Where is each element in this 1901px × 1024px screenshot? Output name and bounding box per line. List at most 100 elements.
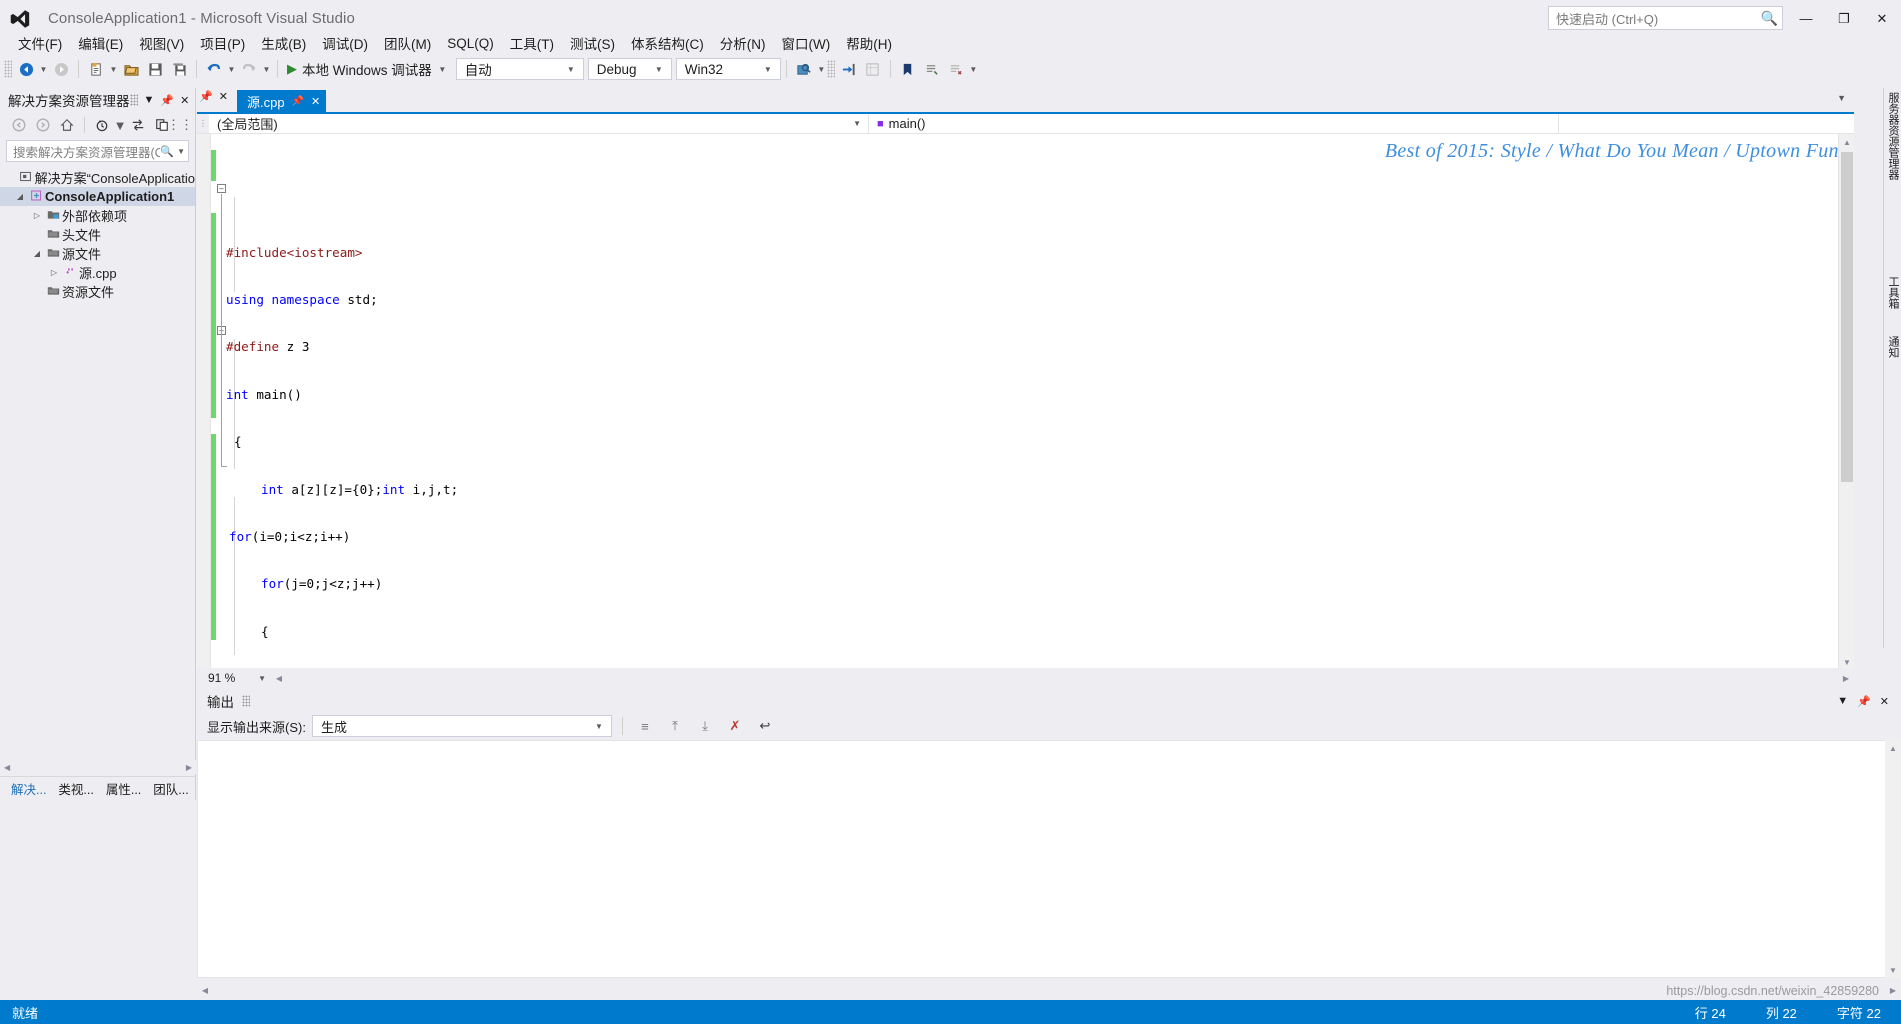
redo-dropdown-icon[interactable]: ▼ xyxy=(261,57,272,81)
chevron-down-icon[interactable]: ▼ xyxy=(758,65,778,74)
solution-explorer-hscrollbar[interactable]: ◀ ▶ xyxy=(0,760,196,774)
tree-item-source-files[interactable]: ◢ 源文件 xyxy=(0,244,195,263)
scroll-up-icon[interactable]: ▲ xyxy=(1839,134,1855,150)
search-icon[interactable]: 🔍 xyxy=(1761,10,1778,27)
navigate-backward-icon[interactable] xyxy=(14,57,38,81)
navigate-backward-dropdown-icon[interactable]: ▼ xyxy=(38,57,49,81)
solution-configuration-combo[interactable]: Debug ▼ xyxy=(587,58,672,80)
close-icon[interactable]: ✕ xyxy=(1880,695,1889,708)
platform-auto-combo[interactable]: 自动 ▼ xyxy=(455,58,584,80)
editor-horizontal-scrollbar[interactable]: ◀ ▶ xyxy=(271,670,1854,686)
tree-item-resource-files[interactable]: 资源文件 xyxy=(0,282,195,301)
menu-project[interactable]: 项目(P) xyxy=(192,31,253,55)
sync-with-active-document-icon[interactable] xyxy=(127,114,149,136)
tree-item-header-files[interactable]: 头文件 xyxy=(0,225,195,244)
tree-item-external-dependencies[interactable]: ▷ 外部依赖项 xyxy=(0,206,195,225)
chevron-down-icon[interactable]: ▼ xyxy=(1837,695,1848,707)
open-file-icon[interactable] xyxy=(119,57,143,81)
uncomment-selection-icon[interactable] xyxy=(944,57,968,81)
tree-item-solution[interactable]: 解决方案“ConsoleApplicatio xyxy=(0,168,195,187)
comment-selection-icon[interactable] xyxy=(920,57,944,81)
save-icon[interactable] xyxy=(143,57,167,81)
chevron-down-icon[interactable]: ▼ xyxy=(1837,93,1846,103)
chevron-down-icon[interactable]: ▼ xyxy=(849,119,865,128)
go-to-previous-message-icon[interactable]: ⤒ xyxy=(663,715,687,737)
new-project-dropdown-icon[interactable]: ▼ xyxy=(108,57,119,81)
step-into-icon[interactable] xyxy=(837,57,861,81)
member-combo[interactable]: ■ main() xyxy=(869,114,1559,133)
panel-grip[interactable] xyxy=(129,94,138,106)
solution-explorer-search-input[interactable]: 搜索解决方案资源管理器(C 🔍 ▼ xyxy=(6,140,189,162)
pin-icon[interactable]: 📌 xyxy=(292,96,304,107)
chevron-down-icon[interactable]: ▼ xyxy=(258,674,270,683)
properties-window-icon[interactable] xyxy=(861,57,885,81)
pin-icon[interactable]: 📌 xyxy=(1857,695,1871,708)
chevron-down-icon[interactable]: ▼ xyxy=(174,147,185,156)
zoom-level-combo[interactable]: 91 % ▼ xyxy=(201,669,271,687)
home-icon[interactable] xyxy=(56,114,78,136)
menu-tools[interactable]: 工具(T) xyxy=(502,31,562,55)
scroll-left-icon[interactable]: ◀ xyxy=(197,986,213,995)
tree-twisty[interactable]: ▷ xyxy=(30,211,44,220)
menu-build[interactable]: 生成(B) xyxy=(253,31,314,55)
clear-all-icon[interactable]: ✗ xyxy=(723,715,747,737)
scroll-up-icon[interactable]: ▲ xyxy=(1885,740,1901,756)
tree-item-source-cpp[interactable]: ▷ 源.cpp xyxy=(0,263,195,282)
tab-properties[interactable]: 属性... xyxy=(101,777,146,800)
find-message-icon[interactable]: ≡ xyxy=(633,715,657,737)
vtab-server-explorer[interactable]: 服务器资源管理器 xyxy=(1885,92,1901,180)
menu-edit[interactable]: 编辑(E) xyxy=(70,31,131,55)
scrollbar-track[interactable] xyxy=(287,672,1838,684)
output-text-area[interactable] xyxy=(197,740,1901,978)
document-tab-source-cpp[interactable]: 源.cpp 📌 ✕ xyxy=(237,90,327,112)
undo-icon[interactable] xyxy=(202,57,226,81)
tree-twisty[interactable]: ◢ xyxy=(30,249,44,258)
vtab-toolbox[interactable]: 工具箱 xyxy=(1885,276,1901,309)
find-dropdown-icon[interactable]: ▼ xyxy=(816,57,827,81)
close-icon[interactable]: ✕ xyxy=(180,94,189,107)
vtab-notifications[interactable]: 通知 xyxy=(1885,336,1901,358)
save-all-icon[interactable] xyxy=(167,57,191,81)
scrollbar-track[interactable] xyxy=(14,761,182,773)
menu-file[interactable]: 文件(F) xyxy=(10,31,70,55)
scroll-right-icon[interactable]: ▶ xyxy=(1885,986,1901,995)
overflow-icon[interactable]: ⋮⋮ xyxy=(167,114,193,136)
search-icon[interactable]: 🔍 xyxy=(160,145,174,158)
navbar-grip[interactable]: ⋮ xyxy=(197,114,209,133)
chevron-down-icon[interactable]: ▼ xyxy=(649,65,669,74)
scroll-down-icon[interactable]: ▼ xyxy=(1885,962,1901,978)
pending-changes-icon[interactable] xyxy=(91,114,113,136)
bookmark-icon[interactable] xyxy=(896,57,920,81)
menu-debug[interactable]: 调试(D) xyxy=(314,31,376,55)
solution-platform-combo[interactable]: Win32 ▼ xyxy=(675,58,781,80)
chevron-down-icon[interactable]: ▼ xyxy=(561,65,581,74)
scroll-right-icon[interactable]: ▶ xyxy=(1838,674,1854,683)
menu-analyze[interactable]: 分析(N) xyxy=(712,31,774,55)
code-text[interactable]: #include<iostream> using namespace std; … xyxy=(216,134,1854,670)
scope-combo[interactable]: (全局范围) ▼ xyxy=(209,114,869,133)
go-to-next-message-icon[interactable]: ⤓ xyxy=(693,715,717,737)
tab-solution-explorer[interactable]: 解决... xyxy=(6,777,51,800)
toolbar-grip[interactable] xyxy=(826,60,835,78)
toggle-word-wrap-icon[interactable]: ↩ xyxy=(753,715,777,737)
scroll-left-icon[interactable]: ◀ xyxy=(271,674,287,683)
pin-icon[interactable]: 📌 xyxy=(160,94,174,107)
menu-window[interactable]: 窗口(W) xyxy=(774,31,839,55)
breakpoint-margin[interactable] xyxy=(197,134,211,670)
output-horizontal-scrollbar[interactable]: ◀ ▶ xyxy=(197,980,1901,1000)
menu-view[interactable]: 视图(V) xyxy=(131,31,192,55)
close-icon[interactable]: ✕ xyxy=(219,90,228,103)
toolbar-overflow-icon[interactable]: ▼ xyxy=(968,57,979,81)
tree-item-project[interactable]: ◢ ConsoleApplication1 xyxy=(0,187,195,206)
navigate-forward-icon[interactable] xyxy=(49,57,73,81)
output-vertical-scrollbar[interactable]: ▲ ▼ xyxy=(1885,740,1901,978)
tab-class-view[interactable]: 类视... xyxy=(53,777,98,800)
pin-icon[interactable]: 📌 xyxy=(199,90,213,103)
menu-test[interactable]: 测试(S) xyxy=(562,31,623,55)
chevron-down-icon[interactable]: ▼ xyxy=(589,722,609,731)
code-editor-surface[interactable]: – – #include<iostream> using namespace s… xyxy=(197,134,1854,670)
menu-team[interactable]: 团队(M) xyxy=(376,31,439,55)
scroll-right-icon[interactable]: ▶ xyxy=(182,763,196,772)
start-debugging-button[interactable]: ▶ 本地 Windows 调试器 ▼ xyxy=(283,57,452,81)
tree-twisty[interactable]: ◢ xyxy=(13,192,27,201)
